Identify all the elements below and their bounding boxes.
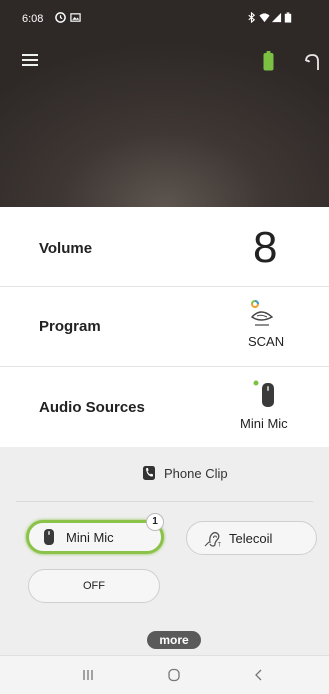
- off-button[interactable]: OFF: [28, 569, 160, 603]
- status-bar: 6:08: [0, 0, 329, 34]
- volume-value: 8: [253, 223, 278, 272]
- svg-text:T: T: [218, 543, 222, 548]
- audio-sources-row[interactable]: Audio Sources Mini Mic: [0, 367, 329, 447]
- panel-divider: [16, 501, 313, 502]
- volume-row[interactable]: Volume 8: [0, 207, 329, 287]
- mini-mic-count-badge: 1: [146, 513, 164, 531]
- bluetooth-icon: [248, 12, 256, 23]
- system-navigation-bar: [0, 655, 329, 694]
- more-button[interactable]: more: [147, 631, 201, 649]
- signal-icon: [271, 12, 282, 23]
- program-row[interactable]: Program SCAN: [0, 287, 329, 367]
- audio-source-panel: Phone Clip Mini Mic 1 T Telecoil OFF mor…: [0, 447, 329, 655]
- volume-label: Volume: [39, 240, 93, 257]
- image-icon: [70, 13, 81, 22]
- mini-mic-icon: [253, 380, 274, 407]
- alarm-icon: [55, 12, 66, 23]
- battery-icon: [284, 12, 292, 23]
- home-icon[interactable]: [166, 668, 182, 682]
- audio-sources-label: Audio Sources: [39, 399, 145, 416]
- hearing-aid-battery-icon: [263, 51, 274, 71]
- recent-apps-icon[interactable]: [80, 668, 96, 682]
- phone-clip-button[interactable]: Phone Clip: [142, 462, 228, 484]
- mini-mic-button-label: Mini Mic: [66, 529, 114, 545]
- program-label: Program: [39, 318, 101, 335]
- telecoil-button[interactable]: T Telecoil: [186, 521, 317, 555]
- telecoil-icon: T: [204, 531, 222, 548]
- telecoil-button-label: Telecoil: [229, 530, 273, 546]
- audio-source-value: Mini Mic: [240, 416, 288, 431]
- phone-clip-icon: [143, 466, 155, 480]
- hearing-aid-icon[interactable]: [303, 53, 321, 71]
- status-time: 6:08: [22, 13, 44, 25]
- back-icon[interactable]: [251, 668, 267, 682]
- app-header: 6:08: [0, 0, 329, 207]
- off-button-label: OFF: [83, 580, 105, 592]
- hamburger-menu-icon[interactable]: [22, 54, 38, 68]
- phone-clip-label: Phone Clip: [164, 465, 228, 481]
- program-value: SCAN: [248, 334, 285, 349]
- scan-program-icon: [250, 300, 274, 326]
- wifi-icon: [259, 13, 270, 23]
- mini-mic-button[interactable]: Mini Mic: [26, 520, 164, 554]
- mini-mic-button-icon: [44, 529, 54, 545]
